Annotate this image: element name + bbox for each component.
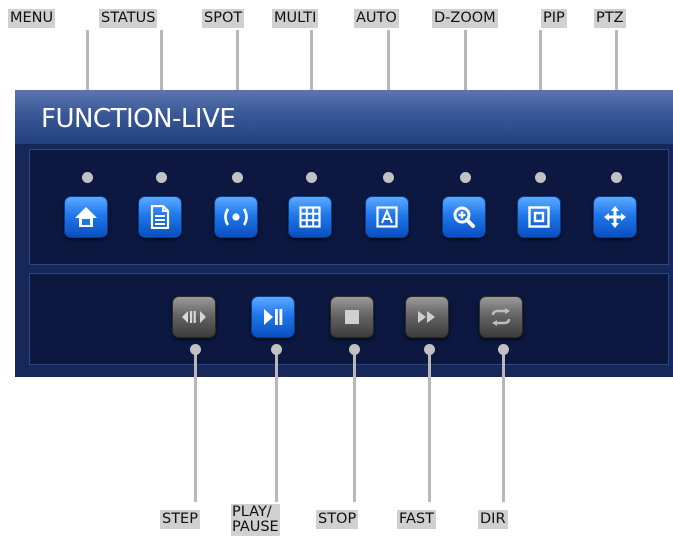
stop-icon (345, 310, 359, 324)
label-status: STATUS (99, 9, 158, 28)
picture-in-picture-icon (528, 206, 550, 228)
fast-forward-icon (418, 311, 435, 323)
step-button[interactable] (172, 296, 216, 338)
callout-dot-spot (232, 172, 243, 183)
leader-fast (428, 352, 431, 502)
function-buttons-section (29, 149, 669, 265)
ptz-button[interactable] (593, 196, 637, 238)
label-stop: STOP (316, 510, 359, 529)
callout-dot-dir (498, 344, 509, 355)
spot-icon (224, 208, 248, 226)
label-spot: SPOT (202, 9, 245, 28)
callout-dot-auto (383, 172, 394, 183)
step-icon (182, 311, 206, 323)
label-multi: MULTI (272, 9, 319, 28)
fast-button[interactable] (405, 296, 449, 338)
dzoom-button[interactable] (442, 196, 486, 238)
callout-dot-fast (424, 344, 435, 355)
multi-button[interactable] (288, 196, 332, 238)
menu-button[interactable] (64, 196, 108, 238)
play-pause-button[interactable] (251, 296, 295, 338)
move-arrows-icon (604, 206, 626, 228)
callout-dot-play-pause (271, 344, 282, 355)
leader-play-pause (275, 352, 278, 502)
label-pip: PIP (541, 9, 567, 28)
play-pause-icon (264, 309, 283, 325)
leader-dir (502, 352, 505, 502)
dir-button[interactable] (479, 296, 523, 338)
label-ptz: PTZ (594, 9, 626, 28)
panel-title: FUNCTION-LIVE (41, 104, 236, 134)
status-button[interactable] (138, 196, 182, 238)
label-play-pause: PLAY/ PAUSE (231, 504, 280, 536)
label-dzoom: D-ZOOM (432, 9, 498, 28)
document-icon (150, 205, 170, 229)
direction-icon (491, 308, 511, 326)
auto-button[interactable] (365, 196, 409, 238)
label-play-pause-line2: PAUSE (232, 519, 279, 535)
grid-icon (299, 206, 321, 228)
leader-step (194, 352, 197, 502)
callout-dot-stop (349, 344, 360, 355)
auto-letter-a-icon (376, 206, 398, 228)
label-menu: MENU (8, 9, 56, 28)
function-live-panel: FUNCTION-LIVE (15, 90, 673, 377)
pip-button[interactable] (517, 196, 561, 238)
label-fast: FAST (397, 510, 436, 529)
label-play-pause-line1: PLAY/ (232, 504, 272, 520)
callout-dot-ptz (611, 172, 622, 183)
callout-dot-menu (82, 172, 93, 183)
zoom-in-icon (453, 206, 475, 228)
label-dir: DIR (478, 510, 508, 529)
label-step: STEP (160, 510, 200, 529)
spot-button[interactable] (214, 196, 258, 238)
callout-dot-step (190, 344, 201, 355)
leader-stop (353, 352, 356, 502)
callout-dot-status (156, 172, 167, 183)
callout-dot-multi (306, 172, 317, 183)
home-icon (75, 207, 97, 227)
panel-title-bar: FUNCTION-LIVE (15, 90, 673, 144)
label-auto: AUTO (354, 9, 399, 28)
stop-button[interactable] (330, 296, 374, 338)
callout-dot-pip (535, 172, 546, 183)
callout-dot-dzoom (460, 172, 471, 183)
